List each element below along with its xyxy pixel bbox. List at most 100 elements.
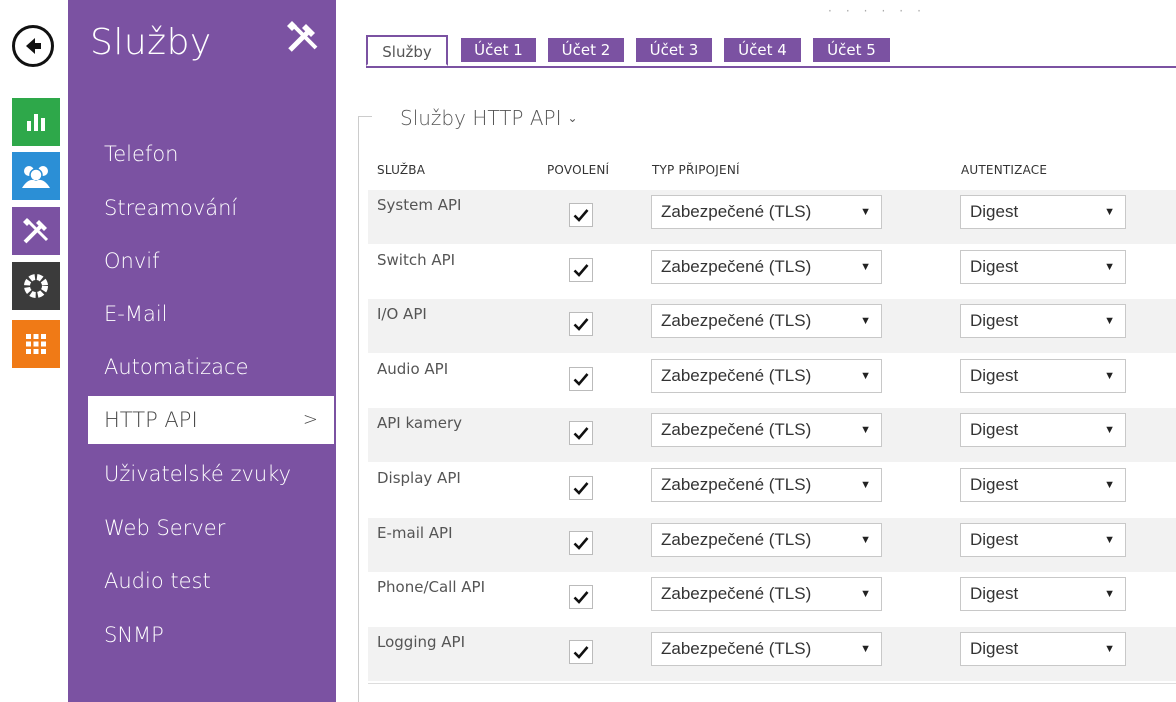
- table-row: Switch API Zabezpečené (TLS) ▼ Digest ▼: [368, 245, 1176, 299]
- dropdown-arrow-icon: ▼: [1104, 424, 1115, 437]
- tabs-underline: [366, 66, 1176, 68]
- sidebar-item-telefon[interactable]: Telefon: [88, 130, 334, 178]
- col-header-auth: AUTENTIZACE: [961, 163, 1048, 177]
- connection-type-select[interactable]: Zabezpečené (TLS) ▼: [651, 413, 882, 448]
- col-header-enabled: POVOLENÍ: [547, 163, 610, 177]
- auth-select[interactable]: Digest ▼: [960, 304, 1126, 339]
- dropdown-arrow-icon: ▼: [860, 533, 871, 546]
- auth-select[interactable]: Digest ▼: [960, 631, 1126, 666]
- dropdown-arrow-icon: ▼: [1104, 588, 1115, 601]
- checkmark-icon: [573, 427, 589, 441]
- auth-select[interactable]: Digest ▼: [960, 195, 1126, 229]
- dropdown-arrow-icon: ▼: [860, 260, 871, 273]
- tab-ucet-5[interactable]: Účet 5: [813, 38, 890, 62]
- auth-value: Digest: [970, 311, 1019, 331]
- table-row: System API Zabezpečené (TLS) ▼ Digest ▼: [368, 190, 1176, 244]
- tab-ucet-3[interactable]: Účet 3: [636, 38, 712, 62]
- enabled-checkbox[interactable]: [569, 530, 593, 555]
- enabled-checkbox[interactable]: [569, 421, 593, 446]
- table-row: API kamery Zabezpečené (TLS) ▼ Digest ▼: [368, 408, 1176, 463]
- sidebar-item-web-server[interactable]: Web Server: [88, 504, 334, 552]
- back-button[interactable]: [12, 25, 54, 67]
- dropdown-arrow-icon: ▼: [1104, 369, 1115, 382]
- service-name: Audio API: [377, 359, 449, 378]
- auth-select[interactable]: Digest ▼: [960, 358, 1126, 393]
- auth-select[interactable]: Digest ▼: [960, 522, 1126, 557]
- table-row: Audio API Zabezpečené (TLS) ▼ Digest ▼: [368, 354, 1176, 408]
- connection-type-value: Zabezpečené (TLS): [661, 584, 812, 604]
- connection-type-select[interactable]: Zabezpečené (TLS) ▼: [651, 522, 882, 557]
- service-name: E-mail API: [377, 523, 453, 542]
- sidebar-item-email[interactable]: E-Mail: [88, 290, 334, 338]
- sidebar-item-uzivatelske-zvuky[interactable]: Uživatelské zvuky: [88, 450, 334, 498]
- dropdown-arrow-icon: ▼: [1104, 642, 1115, 655]
- table-row: Display API Zabezpečené (TLS) ▼ Digest ▼: [368, 463, 1176, 517]
- auth-value: Digest: [970, 638, 1019, 658]
- connection-type-select[interactable]: Zabezpečené (TLS) ▼: [651, 304, 882, 339]
- service-name: Display API: [377, 469, 461, 487]
- dropdown-arrow-icon: ▼: [1104, 533, 1115, 546]
- tab-ucet-2[interactable]: Účet 2: [548, 38, 624, 62]
- enabled-checkbox[interactable]: [569, 366, 593, 391]
- connection-type-select[interactable]: Zabezpečené (TLS) ▼: [651, 195, 882, 229]
- auth-value: Digest: [970, 584, 1019, 604]
- sidebar-item-snmp[interactable]: SNMP: [88, 611, 334, 659]
- connection-type-value: Zabezpečené (TLS): [661, 311, 812, 331]
- tab-ucet-1[interactable]: Účet 1: [461, 38, 536, 62]
- enabled-checkbox[interactable]: [569, 312, 593, 337]
- hardware-icon[interactable]: [12, 262, 60, 310]
- auth-select[interactable]: Digest ▼: [960, 249, 1126, 284]
- auth-select[interactable]: Digest ▼: [960, 577, 1126, 612]
- dropdown-arrow-icon: ▼: [1104, 260, 1115, 273]
- connection-type-value: Zabezpečené (TLS): [661, 475, 812, 494]
- enabled-checkbox[interactable]: [569, 476, 593, 500]
- auth-select[interactable]: Digest ▼: [960, 468, 1126, 502]
- system-icon[interactable]: [12, 320, 60, 368]
- table-row: I/O API Zabezpečené (TLS) ▼ Digest ▼: [368, 299, 1176, 354]
- sidebar-item-audio-test[interactable]: Audio test: [88, 557, 334, 605]
- connection-type-value: Zabezpečené (TLS): [661, 202, 812, 221]
- sidebar-item-automatizace[interactable]: Automatizace: [88, 343, 334, 391]
- auth-value: Digest: [970, 529, 1019, 549]
- tab-ucet-4[interactable]: Účet 4: [724, 38, 801, 62]
- checkmark-icon: [573, 536, 589, 550]
- dropdown-arrow-icon: ▼: [860, 315, 871, 328]
- service-name: Switch API: [377, 250, 456, 269]
- section-frame-left: [358, 116, 359, 702]
- col-header-service: SLUŽBA: [377, 163, 426, 177]
- auth-select[interactable]: Digest ▼: [960, 413, 1126, 448]
- services-icon[interactable]: [12, 207, 60, 255]
- chevron-down-icon: ⌄: [567, 111, 578, 125]
- table-row: Phone/Call API Zabezpečené (TLS) ▼ Digest ▼: [368, 572, 1176, 626]
- arrow-left-icon: [26, 38, 41, 54]
- chevron-right-icon: >: [302, 409, 318, 430]
- status-icon[interactable]: [12, 98, 60, 146]
- sidebar-item-http-api[interactable]: HTTP API >: [88, 396, 334, 444]
- directory-icon[interactable]: [12, 152, 60, 200]
- connection-type-select[interactable]: Zabezpečené (TLS) ▼: [651, 631, 882, 666]
- checkmark-icon: [573, 209, 589, 222]
- enabled-checkbox[interactable]: [569, 257, 593, 282]
- section-title[interactable]: Služby HTTP API ⌄: [400, 106, 578, 130]
- service-name: API kamery: [377, 414, 462, 433]
- connection-type-select[interactable]: Zabezpečené (TLS) ▼: [651, 468, 882, 502]
- enabled-checkbox[interactable]: [569, 585, 593, 610]
- connection-type-select[interactable]: Zabezpečené (TLS) ▼: [651, 577, 882, 612]
- icon-rail: [0, 0, 68, 702]
- connection-type-select[interactable]: Zabezpečené (TLS) ▼: [651, 249, 882, 284]
- enabled-checkbox[interactable]: [569, 203, 593, 227]
- auth-value: Digest: [970, 420, 1019, 440]
- checkmark-icon: [573, 482, 589, 495]
- service-name: Phone/Call API: [377, 578, 486, 597]
- sidebar-item-streamovani[interactable]: Streamování: [88, 184, 334, 232]
- connection-type-select[interactable]: Zabezpečené (TLS) ▼: [651, 358, 882, 393]
- sidebar-item-onvif[interactable]: Onvif: [88, 237, 334, 285]
- auth-value: Digest: [970, 365, 1019, 385]
- checkmark-icon: [573, 318, 589, 332]
- dropdown-arrow-icon: ▼: [860, 369, 871, 382]
- service-name: I/O API: [377, 305, 427, 324]
- tab-sluzby[interactable]: Služby: [366, 35, 448, 66]
- enabled-checkbox[interactable]: [569, 639, 593, 664]
- connection-type-value: Zabezpečené (TLS): [661, 529, 812, 549]
- dropdown-arrow-icon: ▼: [1104, 479, 1115, 491]
